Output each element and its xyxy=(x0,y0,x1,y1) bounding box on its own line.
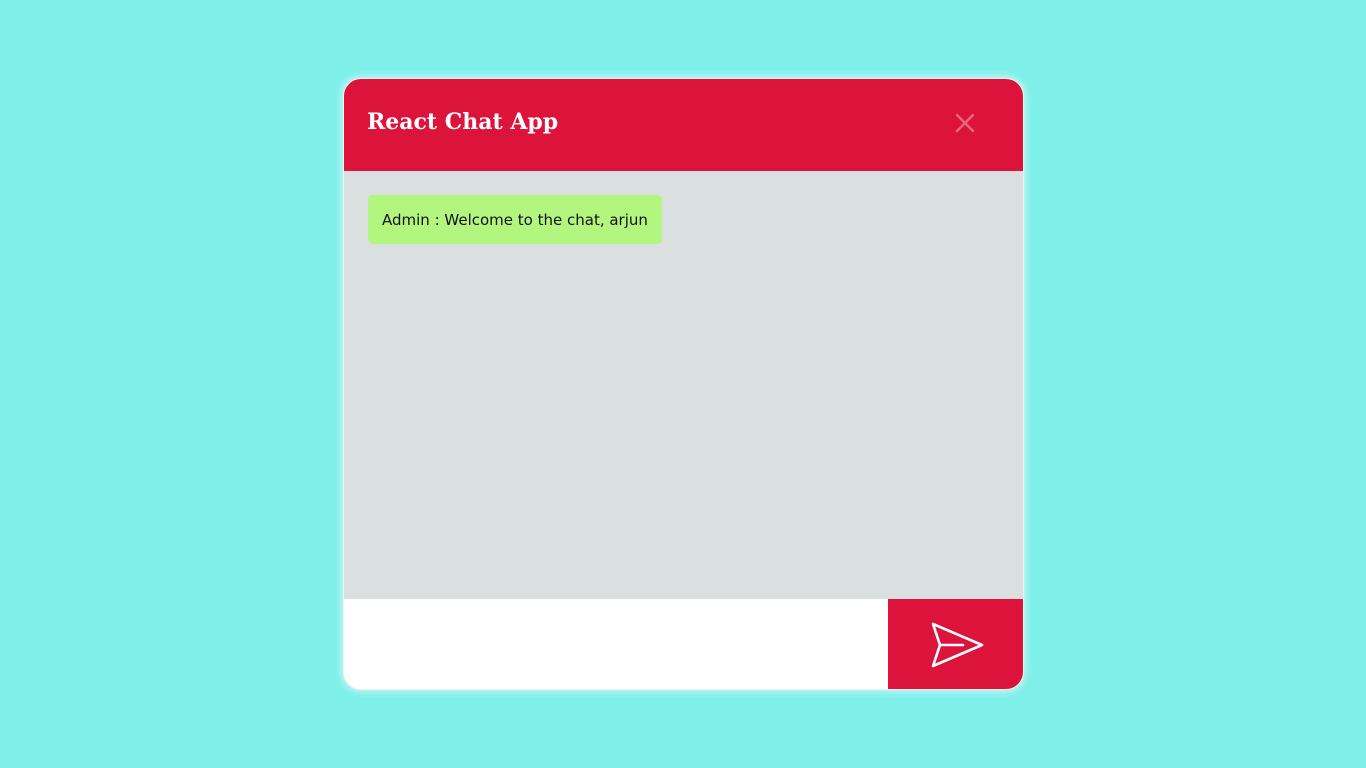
chat-header: React Chat App xyxy=(344,79,1023,171)
paper-plane-icon xyxy=(931,622,983,668)
message-input[interactable] xyxy=(344,599,888,689)
message-text: Welcome to the chat, arjun xyxy=(444,210,648,229)
chat-window: React Chat App Admin : Welcome to the ch… xyxy=(343,78,1024,690)
close-button[interactable] xyxy=(950,108,980,138)
message-list: Admin : Welcome to the chat, arjun xyxy=(344,171,1023,599)
send-button[interactable] xyxy=(888,599,1023,689)
close-icon xyxy=(955,113,975,133)
message-bubble: Admin : Welcome to the chat, arjun xyxy=(368,195,662,244)
app-title: React Chat App xyxy=(367,109,559,135)
message-separator: : xyxy=(429,210,445,229)
message-sender: Admin xyxy=(382,210,430,229)
chat-footer xyxy=(344,599,1023,689)
